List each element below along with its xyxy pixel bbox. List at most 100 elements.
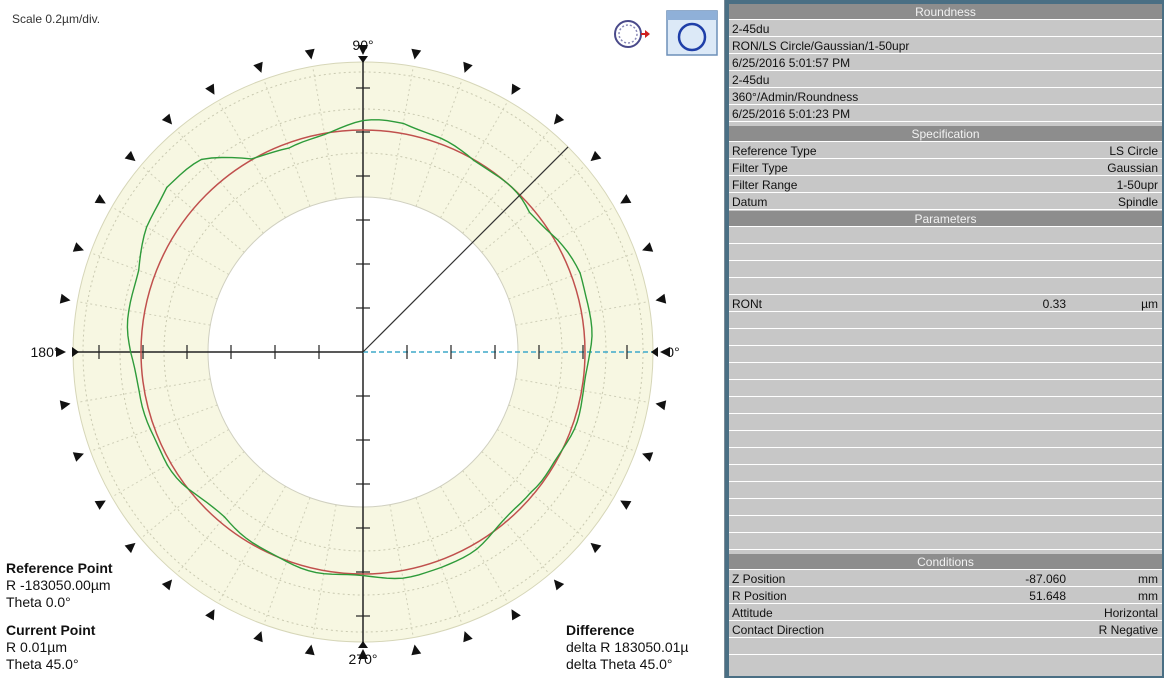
parameter-empty-row <box>729 432 1162 448</box>
parameter-empty-row <box>729 398 1162 414</box>
scale-label: Scale 0.2µm/div. <box>12 12 101 26</box>
angle-marker <box>553 113 565 125</box>
angle-label-90: 90° <box>352 37 373 53</box>
angle-marker <box>72 242 84 252</box>
angle-marker <box>72 452 84 462</box>
condition-empty-row <box>729 639 1162 655</box>
angle-marker <box>590 150 602 162</box>
spec-row-reference-type: Reference Type LS Circle <box>729 143 1162 159</box>
condition-value: 51.648 <box>1029 589 1066 603</box>
parameter-empty-row <box>729 449 1162 465</box>
parameters-header: Parameters <box>729 211 1162 227</box>
roundness-line: 2-45du <box>729 21 1162 37</box>
angle-marker <box>463 631 473 643</box>
parameter-empty-row <box>729 279 1162 295</box>
parameter-label: RONt <box>732 297 762 311</box>
roundness-line-text: 360°/Admin/Roundness <box>732 90 859 104</box>
parameter-empty-row <box>729 483 1162 499</box>
angle-marker <box>553 579 565 591</box>
parameter-empty-row <box>729 466 1162 482</box>
roundness-line-text: 2-45du <box>732 73 770 87</box>
current-point-r: R 0.01µm <box>6 639 67 655</box>
condition-label: Contact Direction <box>732 623 825 637</box>
angle-marker <box>161 579 173 591</box>
parameter-empty-row <box>729 534 1162 550</box>
roundness-line: 6/25/2016 5:01:23 PM <box>729 106 1162 122</box>
parameter-empty-row <box>729 228 1162 244</box>
angle-marker <box>59 400 71 411</box>
parameter-empty-row <box>729 415 1162 431</box>
parameter-empty-row <box>729 330 1162 346</box>
spec-value: Spindle <box>1117 195 1158 209</box>
current-point-theta: Theta 45.0° <box>6 656 79 672</box>
polar-plot-panel: 90° 270° 180° 0° Scale 0.2µm/div. Reference… <box>0 0 725 678</box>
angle-marker <box>94 500 106 510</box>
reference-point-r: R -183050.00µm <box>6 577 111 593</box>
angle-label-180: 180° <box>31 344 60 360</box>
angle-marker <box>304 48 315 60</box>
difference-delta-r: delta R 183050.01µ <box>566 639 689 655</box>
condition-row-attitude: Attitude Horizontal <box>729 605 1162 621</box>
roundness-header: Roundness <box>729 4 1162 20</box>
condition-unit: mm <box>1138 589 1158 603</box>
reference-point-title: Reference Point <box>6 560 113 576</box>
conditions-header: Conditions <box>729 554 1162 570</box>
angle-marker <box>411 644 422 656</box>
display-mode-icon[interactable] <box>666 10 718 56</box>
parameter-empty-row <box>729 500 1162 516</box>
difference-delta-theta: delta Theta 45.0° <box>566 656 673 672</box>
angle-marker <box>463 61 473 73</box>
angle-marker <box>642 452 654 462</box>
difference-readout: Difference delta R 183050.01µ delta Thet… <box>566 622 689 673</box>
roundness-line: 6/25/2016 5:01:57 PM <box>729 55 1162 71</box>
reference-point-theta: Theta 0.0° <box>6 594 71 610</box>
roundness-line-text: 2-45du <box>732 22 770 36</box>
angle-marker <box>590 542 602 554</box>
spec-row-filter-type: Filter Type Gaussian <box>729 160 1162 176</box>
angle-marker <box>59 293 71 304</box>
parameter-value: 0.33 <box>1042 297 1066 311</box>
angle-marker <box>205 83 215 95</box>
condition-value: -87.060 <box>1025 572 1066 586</box>
condition-unit: mm <box>1138 572 1158 586</box>
parameter-empty-row <box>729 245 1162 261</box>
parameter-unit: µm <box>1141 297 1158 311</box>
angle-marker <box>411 48 422 60</box>
parameter-empty-row <box>729 313 1162 329</box>
difference-title: Difference <box>566 622 635 638</box>
specification-header: Specification <box>729 126 1162 142</box>
condition-row-r-position: R Position 51.648 mm <box>729 588 1162 604</box>
angle-marker <box>655 400 667 411</box>
angle-marker <box>511 83 521 95</box>
angle-label-270: 270° <box>349 651 378 667</box>
spec-label: Reference Type <box>732 144 817 158</box>
spec-label: Filter Range <box>732 178 798 192</box>
parameter-empty-row <box>729 381 1162 397</box>
roundness-line: RON/LS Circle/Gaussian/1-50upr <box>729 38 1162 54</box>
angle-marker <box>205 609 215 621</box>
angle-marker <box>620 500 632 510</box>
profile-direction-icon[interactable] <box>612 16 652 52</box>
parameter-empty-row <box>729 517 1162 533</box>
angle-marker <box>304 644 315 656</box>
angle-marker <box>620 194 632 204</box>
condition-row-z-position: Z Position -87.060 mm <box>729 571 1162 587</box>
roundness-line-text: 6/25/2016 5:01:23 PM <box>732 107 851 121</box>
parameter-empty-row <box>729 347 1162 363</box>
condition-value: Horizontal <box>1103 606 1158 620</box>
angle-marker <box>253 631 263 643</box>
angle-marker <box>655 293 667 304</box>
angle-marker <box>161 113 173 125</box>
condition-label: Z Position <box>732 572 786 586</box>
spec-value: LS Circle <box>1109 144 1158 158</box>
roundness-line: 360°/Admin/Roundness <box>729 89 1162 105</box>
condition-label: R Position <box>732 589 787 603</box>
angle-marker <box>642 242 654 252</box>
spec-label: Filter Type <box>732 161 788 175</box>
parameter-row-ront[interactable]: RONt 0.33 µm <box>729 296 1162 312</box>
angle-marker <box>124 150 136 162</box>
condition-value: R Negative <box>1098 623 1158 637</box>
roundness-line-text: RON/LS Circle/Gaussian/1-50upr <box>732 39 910 53</box>
angle-label-0: 0° <box>666 344 679 360</box>
parameter-empty-row <box>729 262 1162 278</box>
